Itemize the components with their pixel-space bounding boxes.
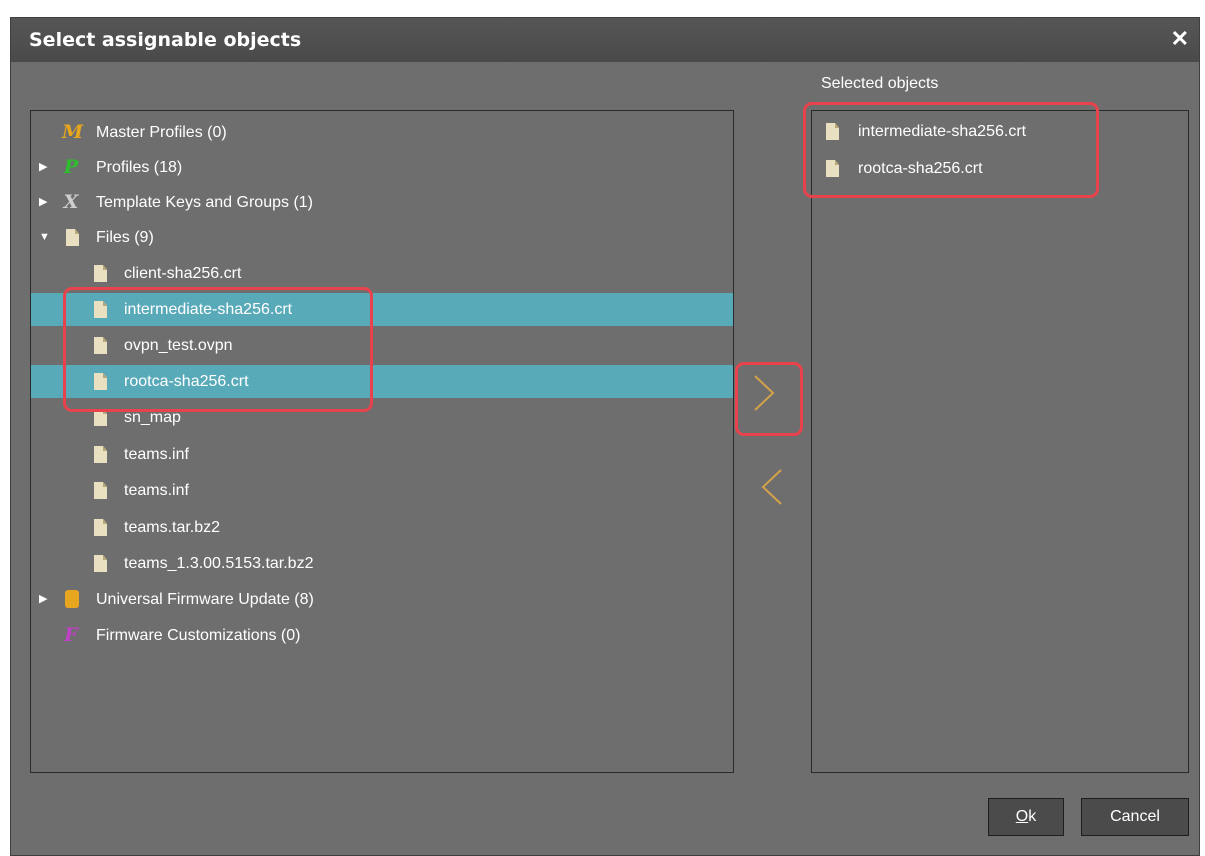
expand-icon[interactable]: ▶: [39, 186, 49, 219]
remove-from-selected-button[interactable]: [747, 456, 797, 518]
file-icon: [94, 446, 107, 463]
tree-file-item[interactable]: teams_1.3.00.5153.tar.bz2: [31, 547, 733, 580]
file-icon: [66, 229, 79, 246]
tree-file-item[interactable]: teams.tar.bz2: [31, 511, 733, 544]
file-label: teams.inf: [124, 446, 189, 463]
file-label: client-sha256.crt: [124, 265, 242, 282]
firmware-update-icon: [65, 590, 79, 608]
tree-node-label: Files (9): [96, 229, 154, 246]
master-profile-icon: M: [62, 121, 84, 143]
tree-file-item[interactable]: client-sha256.crt: [31, 257, 733, 290]
tree-node-template-keys[interactable]: ▶ X Template Keys and Groups (1): [31, 186, 733, 219]
file-icon: [94, 555, 107, 572]
profile-icon: P: [63, 156, 79, 178]
file-label: teams.inf: [124, 482, 189, 499]
cancel-button[interactable]: Cancel: [1081, 798, 1189, 836]
file-icon: [94, 265, 107, 282]
ok-mnemonic: O: [1015, 808, 1029, 825]
collapse-icon[interactable]: ▼: [39, 221, 50, 254]
file-icon: [94, 482, 107, 499]
expand-icon[interactable]: ▶: [39, 151, 49, 184]
available-objects-tree[interactable]: M Master Profiles (0) ▶ P Profiles (18) …: [30, 110, 734, 773]
ok-button[interactable]: Ok: [988, 798, 1064, 836]
template-key-icon: X: [63, 191, 79, 213]
selected-objects-highlight: [803, 102, 1099, 198]
tree-node-label: Firmware Customizations (0): [96, 627, 301, 644]
tree-node-firmware-customizations[interactable]: F Firmware Customizations (0): [31, 619, 733, 652]
tree-node-profiles[interactable]: ▶ P Profiles (18): [31, 151, 733, 184]
tree-node-universal-firmware-update[interactable]: ▶ Universal Firmware Update (8): [31, 583, 733, 616]
dialog-title: Select assignable objects: [29, 29, 302, 51]
expand-icon[interactable]: ▶: [39, 583, 49, 616]
file-label: teams.tar.bz2: [124, 519, 221, 536]
selected-objects-label: Selected objects: [821, 75, 939, 92]
dialog-titlebar: Select assignable objects ✕: [11, 18, 1199, 62]
assignable-objects-dialog: Select assignable objects ✕ Selected obj…: [10, 17, 1200, 856]
tree-node-label: Universal Firmware Update (8): [96, 591, 314, 608]
tree-file-item[interactable]: teams.inf: [31, 438, 733, 471]
close-icon[interactable]: ✕: [1171, 28, 1189, 50]
tree-node-label: Profiles (18): [96, 159, 183, 176]
add-button-highlight: [735, 362, 803, 436]
selection-highlight-box: [63, 287, 373, 412]
selected-objects-list[interactable]: intermediate-sha256.crt rootca-sha256.cr…: [811, 110, 1189, 773]
file-label: teams_1.3.00.5153.tar.bz2: [124, 555, 314, 572]
file-icon: [94, 519, 107, 536]
tree-node-master-profiles[interactable]: M Master Profiles (0): [31, 116, 733, 149]
chevron-left-icon: [761, 469, 782, 505]
ok-label: k: [1028, 808, 1037, 825]
tree-node-label: Template Keys and Groups (1): [96, 194, 313, 211]
tree-file-item[interactable]: teams.inf: [31, 474, 733, 507]
tree-node-label: Master Profiles (0): [96, 124, 227, 141]
tree-node-files[interactable]: ▼ Files (9): [31, 221, 733, 254]
firmware-customization-icon: F: [64, 624, 78, 646]
